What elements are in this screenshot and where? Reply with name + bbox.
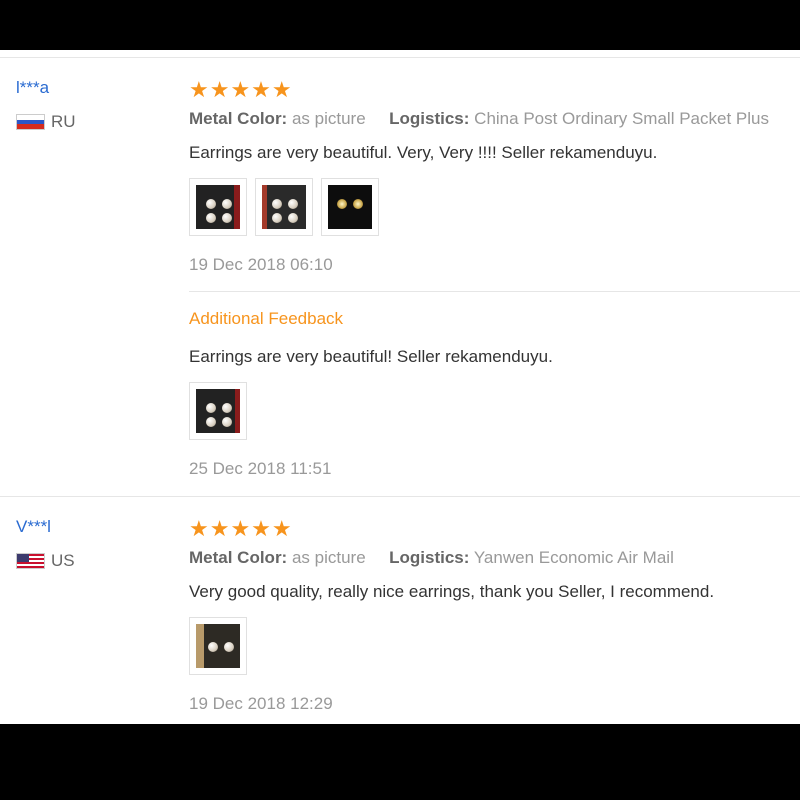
reviewer-country: US — [16, 551, 75, 571]
reviewer-country: RU — [16, 112, 76, 132]
review-photo-thumbnail[interactable] — [189, 382, 247, 440]
review-photos — [189, 617, 800, 675]
review-date: 19 Dec 2018 12:29 — [189, 694, 333, 713]
reviewer-name[interactable]: V***l — [16, 517, 75, 537]
metal-color-label: Metal Color: — [189, 548, 288, 567]
review-divider — [0, 496, 800, 497]
review-attributes: Metal Color: as picture Logistics: Yanwe… — [189, 547, 800, 569]
review-attributes: Metal Color: as picture Logistics: China… — [189, 108, 800, 130]
review-photos — [189, 178, 800, 236]
flag-ru-icon — [16, 114, 45, 130]
logistics-value: Yanwen Economic Air Mail — [473, 548, 674, 567]
logistics-label: Logistics: — [389, 109, 470, 128]
feedback-divider — [189, 291, 800, 292]
review-body: ★★★★★ Metal Color: as picture Logistics:… — [189, 517, 800, 715]
additional-feedback: Additional Feedback Earrings are very be… — [189, 308, 800, 480]
review-photo-thumbnail[interactable] — [255, 178, 313, 236]
metal-color-value: as picture — [291, 548, 366, 567]
additional-feedback-photos — [189, 382, 800, 440]
review-date: 19 Dec 2018 06:10 — [189, 255, 333, 274]
reviewer-info: V***l US — [16, 517, 75, 571]
additional-feedback-text: Earrings are very beautiful! Seller reka… — [189, 347, 553, 366]
metal-color-value: as picture — [291, 109, 366, 128]
reviews-panel: l***a RU ★★★★★ Metal Color: as picture L… — [0, 50, 800, 724]
review-photo-thumbnail[interactable] — [321, 178, 379, 236]
reviewer-name[interactable]: l***a — [16, 78, 76, 98]
additional-feedback-date: 25 Dec 2018 11:51 — [189, 459, 332, 478]
top-divider — [0, 57, 800, 58]
review-text: Very good quality, really nice earrings,… — [189, 582, 715, 601]
country-code: US — [51, 551, 75, 570]
flag-us-icon — [16, 553, 45, 569]
review-text: Earrings are very beautiful. Very, Very … — [189, 143, 658, 162]
reviewer-info: l***a RU — [16, 78, 76, 132]
review-body: ★★★★★ Metal Color: as picture Logistics:… — [189, 78, 800, 276]
star-rating: ★★★★★ — [189, 516, 293, 541]
metal-color-label: Metal Color: — [189, 109, 288, 128]
additional-feedback-title: Additional Feedback — [189, 309, 344, 328]
star-rating: ★★★★★ — [189, 77, 293, 102]
review-photo-thumbnail[interactable] — [189, 178, 247, 236]
logistics-label: Logistics: — [389, 548, 470, 567]
logistics-value: China Post Ordinary Small Packet Plus — [474, 109, 769, 128]
review-photo-thumbnail[interactable] — [189, 617, 247, 675]
country-code: RU — [51, 112, 76, 131]
